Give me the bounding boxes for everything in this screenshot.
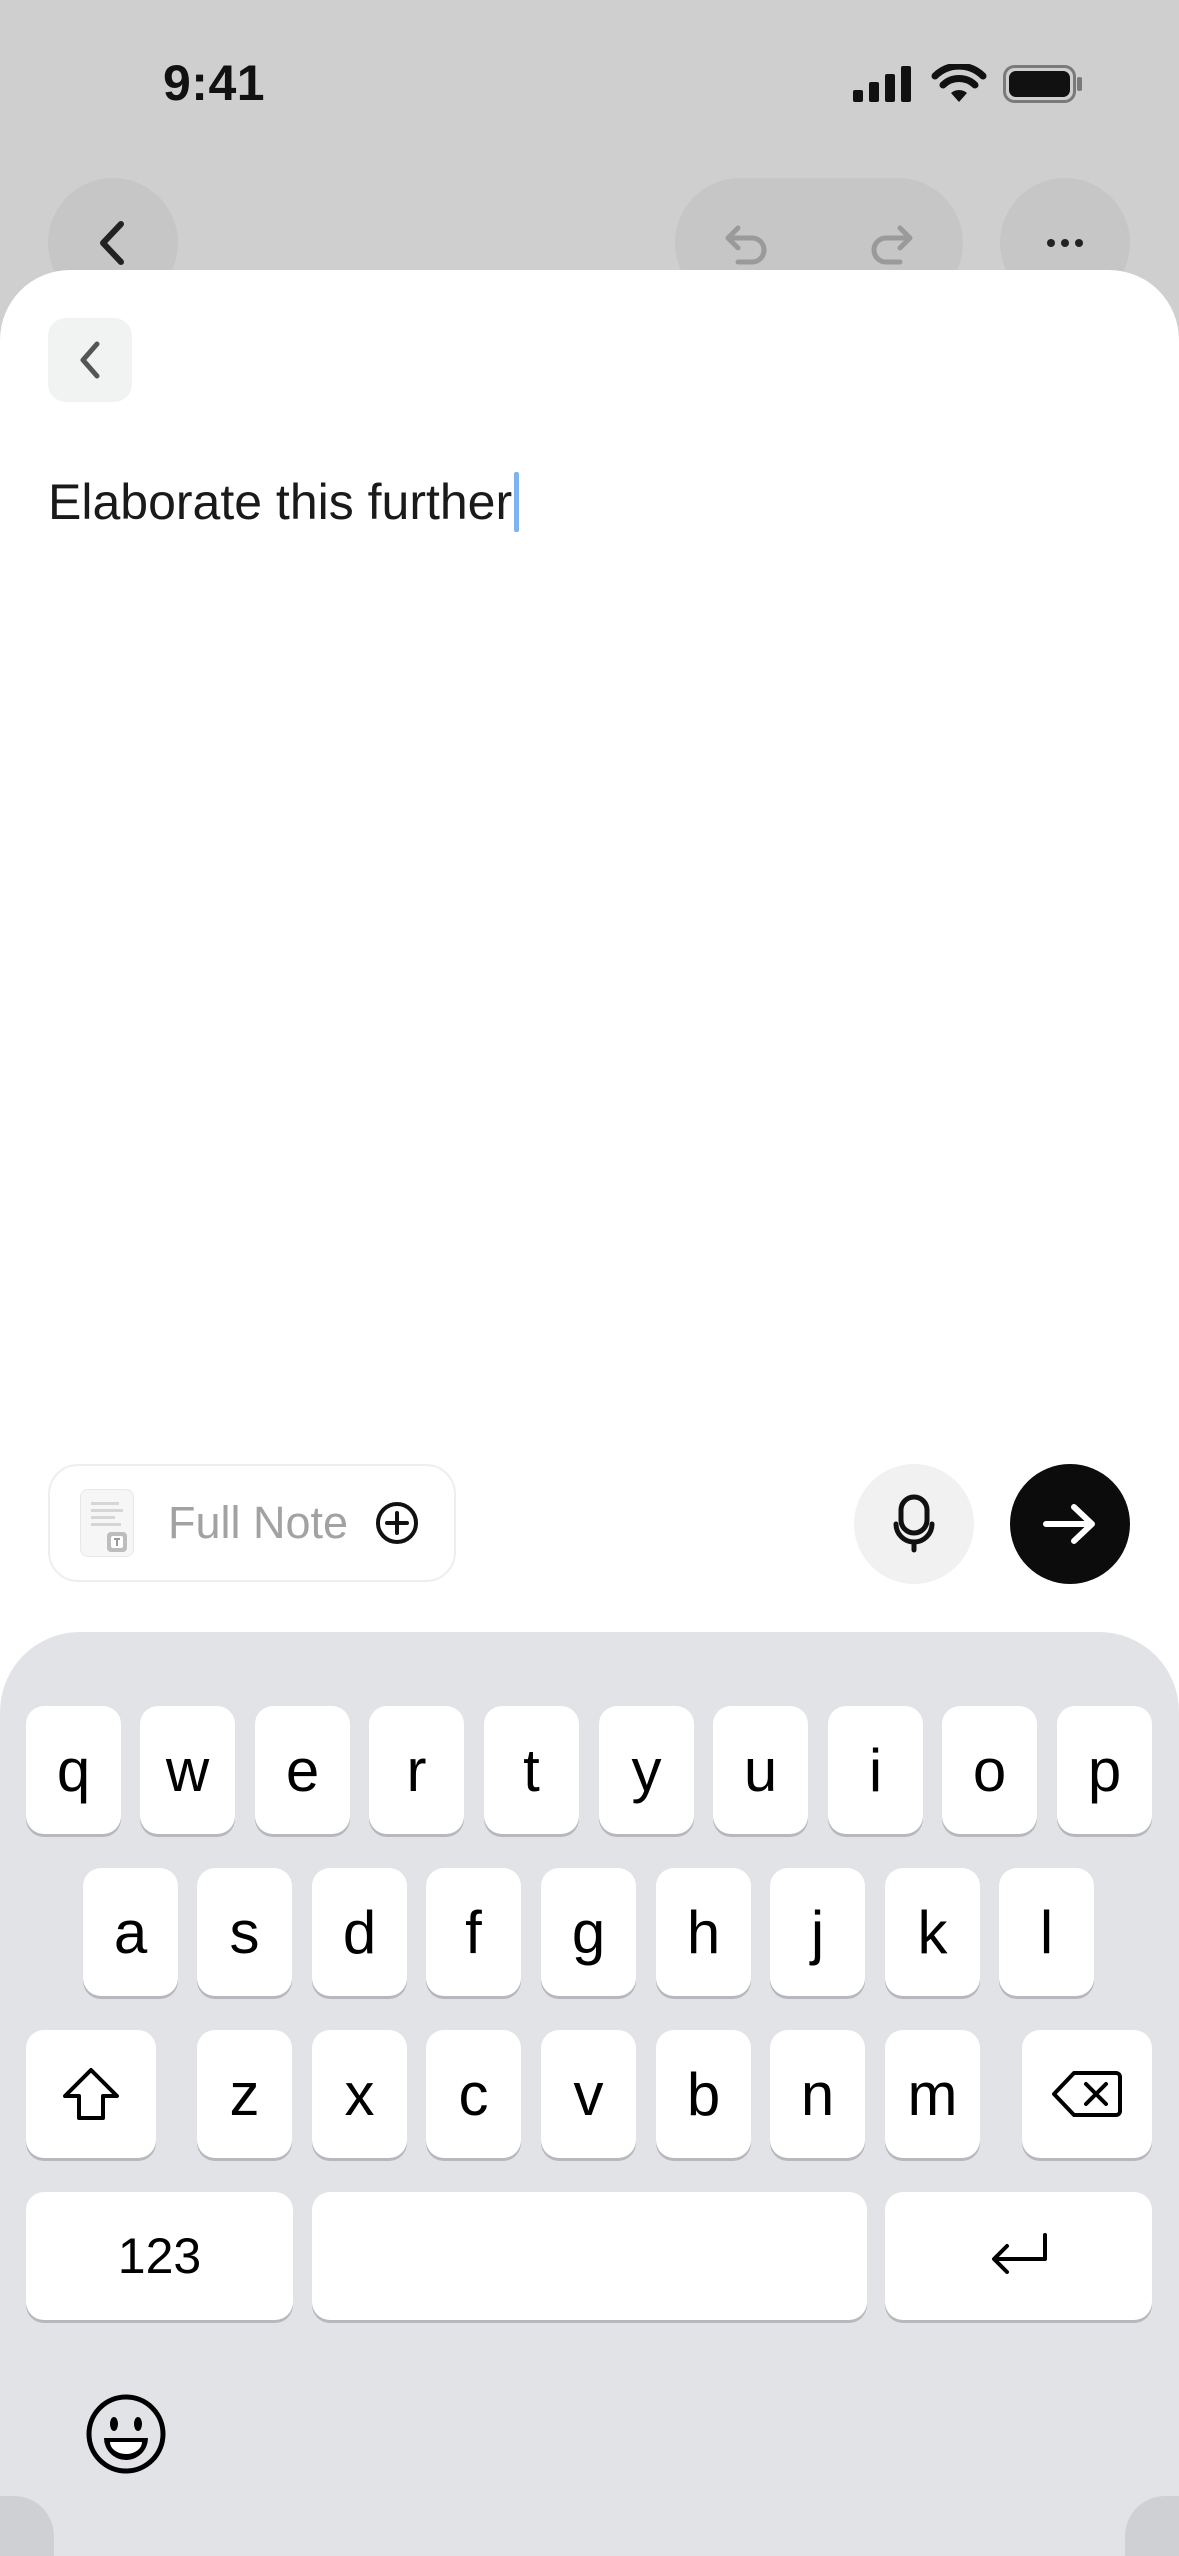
signal-icon — [853, 66, 911, 102]
key-a[interactable]: a — [83, 1868, 178, 1996]
key-n[interactable]: n — [770, 2030, 865, 2158]
key-z[interactable]: z — [197, 2030, 292, 2158]
text-caret — [514, 472, 520, 532]
status-time: 9:41 — [163, 55, 266, 111]
shift-icon — [63, 2068, 119, 2120]
space-key[interactable] — [312, 2192, 867, 2320]
key-o[interactable]: o — [942, 1706, 1037, 1834]
key-b[interactable]: b — [656, 2030, 751, 2158]
key-g[interactable]: g — [541, 1868, 636, 1996]
undo-icon — [725, 225, 767, 265]
more-icon — [1047, 239, 1083, 247]
key-m[interactable]: m — [885, 2030, 980, 2158]
key-l[interactable]: l — [999, 1868, 1094, 1996]
return-icon — [991, 2233, 1047, 2274]
return-key[interactable] — [885, 2192, 1152, 2320]
status-icons — [853, 64, 1083, 104]
chevron-left-icon — [80, 341, 100, 379]
numbers-key[interactable]: 123 — [26, 2192, 293, 2320]
key-k[interactable]: k — [885, 1868, 980, 1996]
key-p[interactable]: p — [1057, 1706, 1152, 1834]
key-e[interactable]: e — [255, 1706, 350, 1834]
delete-icon — [1052, 2071, 1122, 2117]
key-r[interactable]: r — [369, 1706, 464, 1834]
chevron-left-icon — [100, 221, 124, 265]
key-d[interactable]: d — [312, 1868, 407, 1996]
mic-icon — [893, 1494, 935, 1553]
key-c[interactable]: c — [426, 2030, 521, 2158]
key-v[interactable]: v — [541, 2030, 636, 2158]
key-j[interactable]: j — [770, 1868, 865, 1996]
voice-input-button[interactable] — [854, 1464, 974, 1584]
emoji-icon[interactable] — [84, 2392, 168, 2476]
context-chip[interactable]: Full Note — [48, 1464, 456, 1582]
redo-icon — [871, 225, 913, 265]
context-chip-label: Full Note — [168, 1497, 349, 1548]
key-f[interactable]: f — [426, 1868, 521, 1996]
key-s[interactable]: s — [197, 1868, 292, 1996]
delete-key[interactable] — [1022, 2030, 1152, 2158]
key-w[interactable]: w — [140, 1706, 235, 1834]
key-h[interactable]: h — [656, 1868, 751, 1996]
shift-key[interactable] — [26, 2030, 156, 2158]
send-button[interactable] — [1010, 1464, 1130, 1584]
key-y[interactable]: y — [599, 1706, 694, 1834]
key-t[interactable]: t — [484, 1706, 579, 1834]
back-button[interactable] — [48, 318, 132, 402]
arrow-right-icon — [1043, 1504, 1095, 1544]
key-i[interactable]: i — [828, 1706, 923, 1834]
key-u[interactable]: u — [713, 1706, 808, 1834]
battery-icon — [1003, 65, 1082, 103]
key-q[interactable]: q — [26, 1706, 121, 1834]
key-x[interactable]: x — [312, 2030, 407, 2158]
wifi-icon — [931, 64, 987, 102]
note-thumbnail-icon — [80, 1489, 134, 1557]
prompt-input[interactable]: Elaborate this further — [48, 472, 520, 532]
prompt-text: Elaborate this further — [48, 474, 513, 530]
plus-circle-icon[interactable] — [374, 1500, 420, 1546]
